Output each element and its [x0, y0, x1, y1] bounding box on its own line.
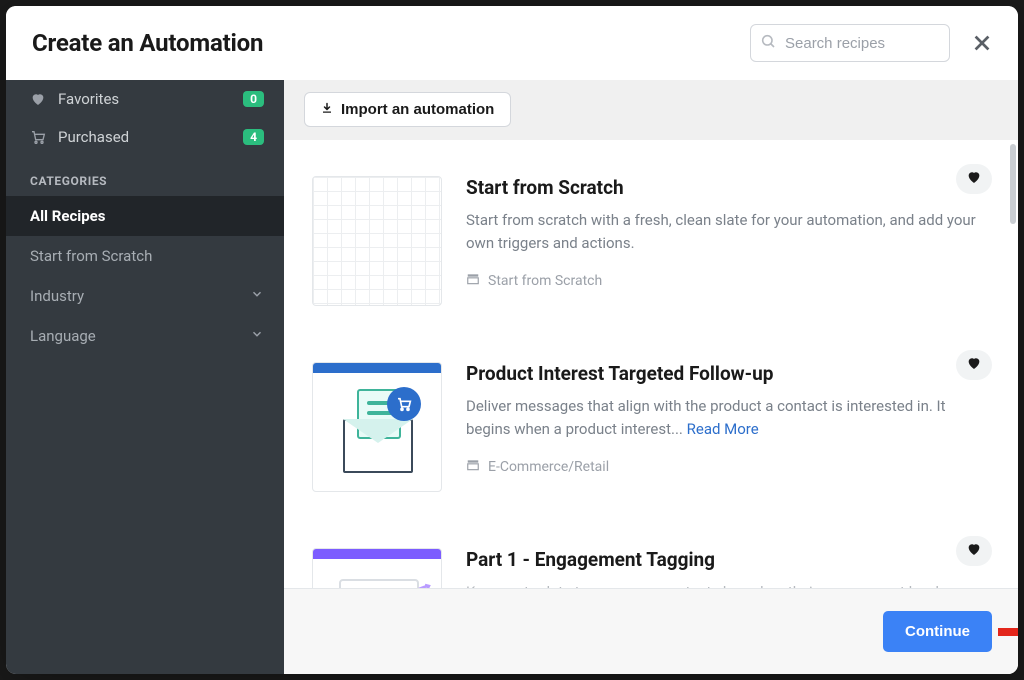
search-wrap [750, 24, 950, 62]
thumb-accent-bar [313, 549, 441, 559]
recipe-description: Start from scratch with a fresh, clean s… [466, 209, 990, 254]
heart-icon [966, 355, 982, 375]
main-panel: Import an automation Start from Scratch … [284, 80, 1018, 674]
continue-button[interactable]: Continue [883, 611, 992, 652]
modal-footer: Continue [284, 588, 1018, 674]
favorites-count-badge: 0 [243, 91, 264, 107]
thumb-accent-bar [313, 363, 441, 373]
recipe-category: E-Commerce/Retail [488, 459, 609, 475]
recipe-title: Product Interest Targeted Follow-up [466, 362, 990, 385]
categories-heading: CATEGORIES [6, 156, 284, 196]
import-button-label: Import an automation [341, 101, 494, 118]
heart-icon [966, 541, 982, 561]
sidebar-item-start-from-scratch[interactable]: Start from Scratch [6, 236, 284, 276]
modal-body: Favorites 0 Purchased 4 CATEGORIES All R… [6, 80, 1018, 674]
chevron-down-icon [250, 287, 264, 305]
recipe-thumbnail [312, 548, 442, 588]
cart-badge-icon [387, 387, 421, 421]
recipe-content: Start from Scratch Start from scratch wi… [466, 176, 990, 306]
recipe-content: Part 1 - Engagement Tagging Keep up-to-d… [466, 548, 990, 588]
sidebar-item-language[interactable]: Language [6, 316, 284, 356]
close-button[interactable] [968, 29, 996, 57]
cart-icon [30, 129, 46, 145]
favorite-button[interactable] [956, 350, 992, 380]
grid-pattern-icon [313, 177, 441, 305]
download-arrow-icon [321, 101, 333, 118]
recipes-list: Start from Scratch Start from scratch wi… [284, 140, 1018, 588]
annotation-arrow-icon [994, 610, 1018, 654]
search-icon [760, 33, 776, 53]
recipe-card[interactable]: Product Interest Targeted Follow-up Deli… [306, 346, 996, 518]
envelope-flap-icon [343, 419, 413, 449]
modal-title: Create an Automation [32, 29, 750, 57]
search-input[interactable] [750, 24, 950, 62]
sidebar-item-label: Language [30, 327, 250, 345]
heart-icon [30, 91, 46, 107]
sidebar-item-label: Start from Scratch [30, 247, 264, 265]
recipes-scroll[interactable]: Start from Scratch Start from scratch wi… [284, 140, 1018, 588]
recipe-card[interactable]: Part 1 - Engagement Tagging Keep up-to-d… [306, 532, 996, 588]
recipe-description: Keep up-to-date tags on your contacts ba… [466, 581, 990, 588]
recipe-thumbnail [312, 362, 442, 492]
chevron-down-icon [250, 327, 264, 345]
import-automation-button[interactable]: Import an automation [304, 92, 511, 127]
recipe-description: Deliver messages that align with the pro… [466, 395, 990, 440]
sidebar-item-favorites[interactable]: Favorites 0 [6, 80, 284, 118]
recipe-content: Product Interest Targeted Follow-up Deli… [466, 362, 990, 492]
sidebar-item-label: Purchased [58, 128, 243, 146]
sidebar-item-label: Industry [30, 287, 250, 305]
sidebar-item-all-recipes[interactable]: All Recipes [6, 196, 284, 236]
toolbar: Import an automation [284, 80, 1018, 140]
template-icon [466, 458, 480, 476]
recipe-footer: E-Commerce/Retail [466, 458, 990, 476]
modal-header: Create an Automation [6, 6, 1018, 80]
recipe-category: Start from Scratch [488, 273, 602, 289]
sidebar-item-label: All Recipes [30, 207, 264, 225]
heart-icon [966, 169, 982, 189]
recipe-thumbnail [312, 176, 442, 306]
template-icon [466, 272, 480, 290]
favorite-button[interactable] [956, 164, 992, 194]
recipe-card[interactable]: Start from Scratch Start from scratch wi… [306, 160, 996, 332]
sidebar-item-purchased[interactable]: Purchased 4 [6, 118, 284, 156]
recipe-title: Part 1 - Engagement Tagging [466, 548, 990, 571]
purchased-count-badge: 4 [243, 129, 264, 145]
scrollbar-thumb[interactable] [1010, 144, 1016, 224]
sidebar-item-label: Favorites [58, 90, 243, 108]
create-automation-modal: Create an Automation Favorites 0 [6, 6, 1018, 674]
recipe-footer: Start from Scratch [466, 272, 990, 290]
sidebar-item-industry[interactable]: Industry [6, 276, 284, 316]
recipe-title: Start from Scratch [466, 176, 990, 199]
sidebar: Favorites 0 Purchased 4 CATEGORIES All R… [6, 80, 284, 674]
favorite-button[interactable] [956, 536, 992, 566]
read-more-link[interactable]: Read More [687, 420, 759, 438]
